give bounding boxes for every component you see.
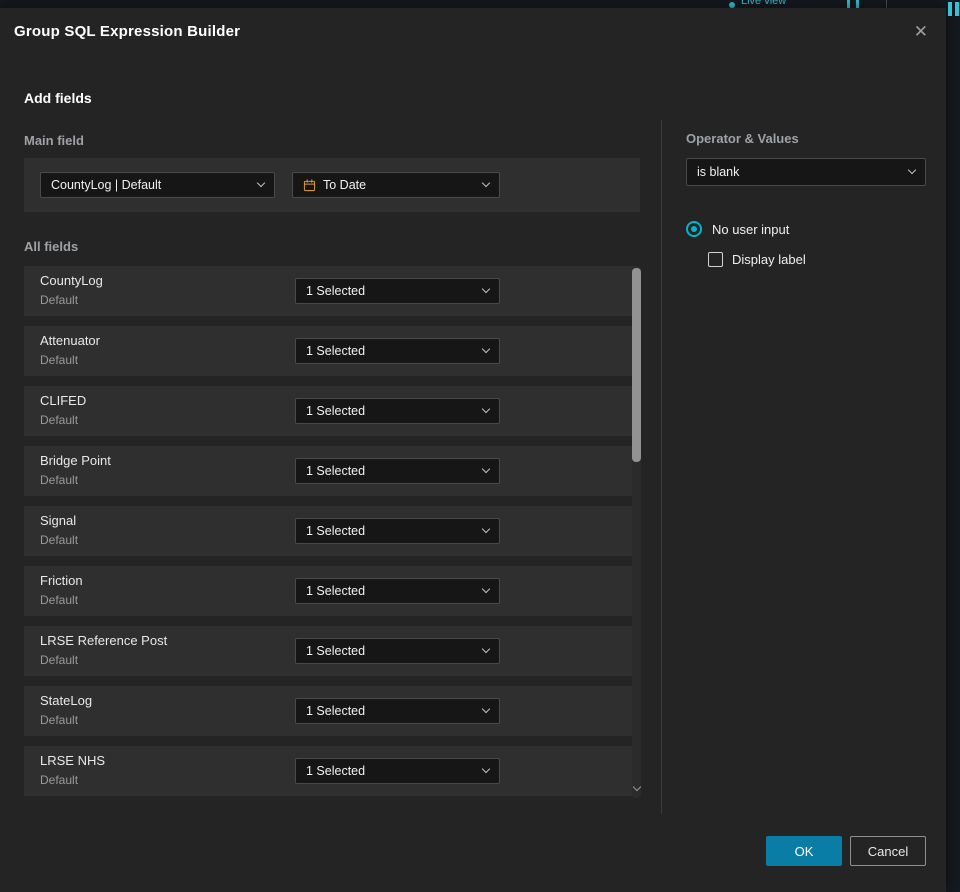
main-field-label: Main field — [24, 133, 84, 148]
field-row: LRSE NHS Default 1 Selected — [24, 746, 638, 796]
live-view-label[interactable]: Live view — [741, 0, 786, 7]
field-selection-value: 1 Selected — [306, 284, 366, 298]
field-name: Bridge Point — [40, 453, 111, 468]
cancel-button[interactable]: Cancel — [850, 836, 926, 866]
field-sublabel: Default — [40, 773, 79, 787]
field-row: StateLog Default 1 Selected — [24, 686, 638, 736]
operator-values-label: Operator & Values — [686, 131, 799, 146]
field-selection-value: 1 Selected — [306, 644, 366, 658]
close-icon[interactable]: ✕ — [914, 23, 928, 40]
main-field-value-dropdown[interactable]: To Date — [292, 172, 500, 198]
display-label-checkbox[interactable] — [708, 252, 723, 267]
field-row: Attenuator Default 1 Selected — [24, 326, 638, 376]
chevron-down-icon — [481, 464, 491, 474]
field-sublabel: Default — [40, 653, 79, 667]
field-name: LRSE Reference Post — [40, 633, 168, 648]
display-label-option: Display label — [708, 252, 806, 267]
chevron-down-icon — [481, 764, 491, 774]
field-row: LRSE Reference Post Default 1 Selected — [24, 626, 638, 676]
field-sublabel: Default — [40, 713, 79, 727]
scrollbar[interactable] — [632, 266, 641, 798]
screen: Live view Group SQL Expression Builder ✕… — [0, 0, 960, 892]
background-app-right-strip — [946, 8, 960, 892]
field-selection-value: 1 Selected — [306, 344, 366, 358]
main-field-source-dropdown[interactable]: CountyLog | Default — [40, 172, 275, 198]
background-app-bar: Live view — [0, 0, 960, 8]
chevron-down-icon — [481, 524, 491, 534]
chevron-down-icon — [481, 344, 491, 354]
field-selection-dropdown[interactable]: 1 Selected — [295, 638, 500, 664]
chevron-down-icon — [481, 584, 491, 594]
toolbar-bar-icon — [847, 0, 850, 8]
field-selection-dropdown[interactable]: 1 Selected — [295, 518, 500, 544]
chevron-down-icon — [907, 165, 917, 175]
field-selection-dropdown[interactable]: 1 Selected — [295, 458, 500, 484]
field-sublabel: Default — [40, 473, 79, 487]
field-name: Attenuator — [40, 333, 100, 348]
field-selection-value: 1 Selected — [306, 704, 366, 718]
field-row: CountyLog Default 1 Selected — [24, 266, 638, 316]
main-field-value-text: To Date — [323, 178, 367, 192]
toolbar-bar-icon — [955, 2, 959, 16]
dialog-header: Group SQL Expression Builder ✕ — [0, 8, 946, 54]
field-selection-value: 1 Selected — [306, 764, 366, 778]
field-name: StateLog — [40, 693, 93, 708]
field-name: Friction — [40, 573, 83, 588]
chevron-down-icon — [481, 284, 491, 294]
field-selection-dropdown[interactable]: 1 Selected — [295, 698, 500, 724]
field-row: Friction Default 1 Selected — [24, 566, 638, 616]
field-selection-dropdown[interactable]: 1 Selected — [295, 758, 500, 784]
toolbar-bar-icon — [948, 2, 952, 16]
field-name: CLIFED — [40, 393, 87, 408]
ok-button[interactable]: OK — [766, 836, 842, 866]
field-selection-dropdown[interactable]: 1 Selected — [295, 398, 500, 424]
field-row: Bridge Point Default 1 Selected — [24, 446, 638, 496]
field-name: LRSE NHS — [40, 753, 106, 768]
main-field-source-value: CountyLog | Default — [51, 178, 162, 192]
dialog-title: Group SQL Expression Builder — [14, 22, 241, 40]
field-row: CLIFED Default 1 Selected — [24, 386, 638, 436]
main-field-panel: CountyLog | Default To Date — [24, 158, 640, 212]
field-name: CountyLog — [40, 273, 103, 288]
toolbar-divider — [886, 0, 887, 8]
chevron-down-icon — [481, 404, 491, 414]
field-sublabel: Default — [40, 593, 79, 607]
field-selection-value: 1 Selected — [306, 584, 366, 598]
field-sublabel: Default — [40, 353, 79, 367]
display-label-text: Display label — [732, 252, 806, 267]
panel-divider — [661, 120, 662, 814]
all-fields-label: All fields — [24, 239, 79, 254]
field-selection-value: 1 Selected — [306, 524, 366, 538]
operator-dropdown[interactable]: is blank — [686, 158, 926, 186]
field-name: Signal — [40, 513, 77, 528]
chevron-down-icon — [481, 644, 491, 654]
field-selection-dropdown[interactable]: 1 Selected — [295, 278, 500, 304]
no-user-input-label: No user input — [712, 221, 790, 237]
field-sublabel: Default — [40, 413, 79, 427]
field-selection-dropdown[interactable]: 1 Selected — [295, 578, 500, 604]
field-sublabel: Default — [40, 293, 79, 307]
chevron-down-icon — [481, 178, 491, 188]
chevron-down-icon — [481, 704, 491, 714]
field-selection-dropdown[interactable]: 1 Selected — [295, 338, 500, 364]
field-row: Signal Default 1 Selected — [24, 506, 638, 556]
chevron-down-icon — [256, 178, 266, 188]
field-selection-value: 1 Selected — [306, 464, 366, 478]
field-sublabel: Default — [40, 533, 79, 547]
radio-selected-icon[interactable] — [686, 221, 702, 237]
toolbar-bar-icon — [856, 0, 859, 8]
add-fields-heading: Add fields — [24, 90, 92, 106]
calendar-icon — [303, 178, 316, 192]
scrollbar-thumb[interactable] — [632, 268, 641, 462]
no-user-input-option: No user input — [686, 221, 789, 237]
operator-value: is blank — [697, 165, 740, 179]
field-selection-value: 1 Selected — [306, 404, 366, 418]
scroll-down-icon[interactable] — [633, 784, 641, 792]
group-sql-expression-builder-dialog: Group SQL Expression Builder ✕ Add field… — [0, 8, 946, 892]
